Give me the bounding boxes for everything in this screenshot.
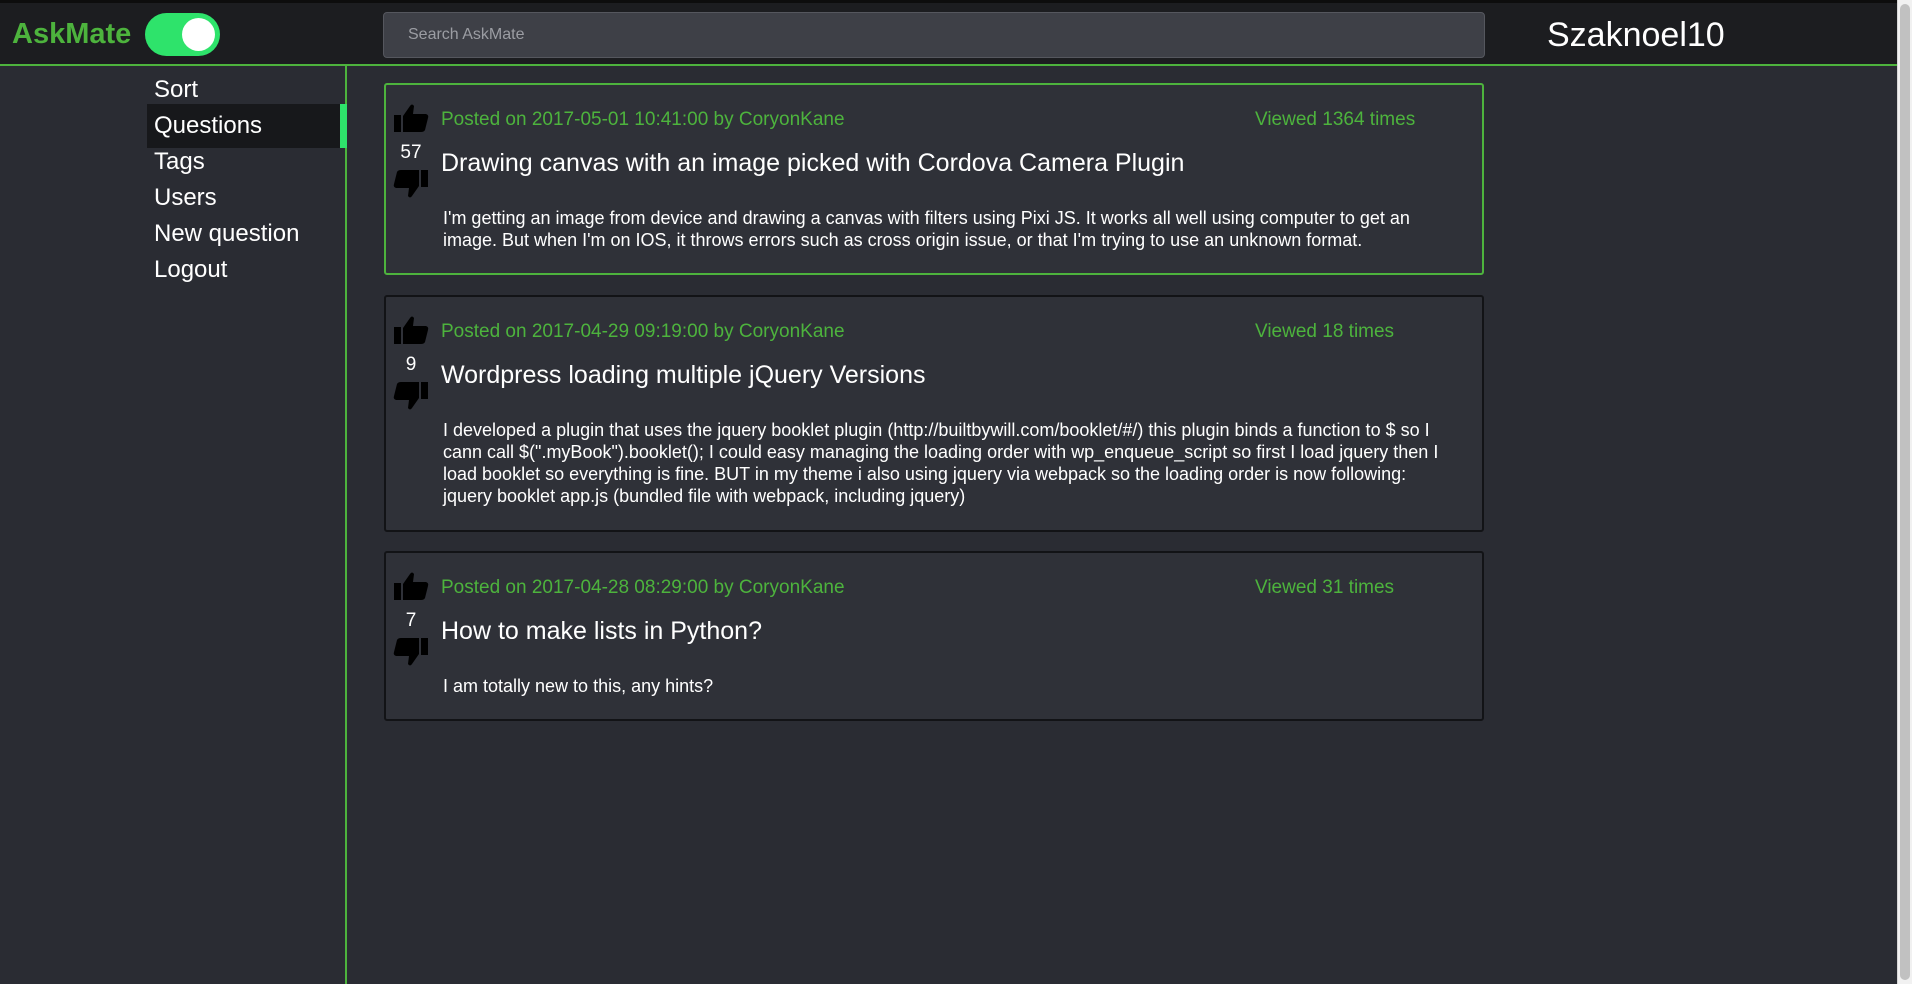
question-card[interactable]: 57 Posted on 2017-05-01 10:41:00 by Cory… bbox=[384, 83, 1484, 275]
question-body: I'm getting an image from device and dra… bbox=[443, 208, 1410, 250]
toggle-knob bbox=[182, 18, 215, 51]
sidebar-item-logout[interactable]: Logout bbox=[147, 248, 347, 292]
page-scrollbar[interactable] bbox=[1897, 0, 1912, 984]
view-count: Viewed 31 times bbox=[1255, 577, 1395, 598]
vote-count: 9 bbox=[405, 354, 417, 375]
question-title[interactable]: How to make lists in Python? bbox=[441, 617, 762, 646]
question-card[interactable]: 9 Posted on 2017-04-29 09:19:00 by Coryo… bbox=[384, 295, 1484, 532]
question-body: I developed a plugin that uses the jquer… bbox=[443, 420, 1439, 506]
top-navbar: AskMate Szaknoel10 bbox=[0, 0, 1898, 66]
thumbs-up-icon[interactable] bbox=[393, 571, 429, 601]
question-meta: Posted on 2017-05-01 10:41:00 by CoryonK… bbox=[441, 109, 845, 130]
thumbs-up-icon[interactable] bbox=[393, 315, 429, 345]
scrollbar-thumb[interactable] bbox=[1900, 4, 1910, 980]
search-input[interactable] bbox=[383, 12, 1485, 58]
thumbs-down-icon[interactable] bbox=[393, 381, 429, 411]
question-title[interactable]: Wordpress loading multiple jQuery Versio… bbox=[441, 361, 926, 390]
question-card[interactable]: 7 Posted on 2017-04-28 08:29:00 by Coryo… bbox=[384, 551, 1484, 721]
vote-count: 7 bbox=[405, 610, 417, 631]
view-count: Viewed 18 times bbox=[1255, 321, 1395, 342]
question-body: I am totally new to this, any hints? bbox=[443, 676, 714, 696]
thumbs-up-icon[interactable] bbox=[393, 103, 429, 133]
question-meta: Posted on 2017-04-28 08:29:00 by CoryonK… bbox=[441, 577, 845, 598]
theme-toggle[interactable] bbox=[145, 13, 220, 56]
username-label[interactable]: Szaknoel10 bbox=[1547, 16, 1725, 55]
thumbs-down-icon[interactable] bbox=[393, 169, 429, 199]
brand-logo[interactable]: AskMate bbox=[12, 18, 131, 51]
sidebar: Sort Questions Tags Users New question L… bbox=[0, 66, 347, 984]
view-count: Viewed 1364 times bbox=[1255, 109, 1416, 130]
question-title[interactable]: Drawing canvas with an image picked with… bbox=[441, 149, 1184, 178]
thumbs-down-icon[interactable] bbox=[393, 637, 429, 667]
question-meta: Posted on 2017-04-29 09:19:00 by CoryonK… bbox=[441, 321, 845, 342]
vote-count: 57 bbox=[400, 142, 422, 163]
